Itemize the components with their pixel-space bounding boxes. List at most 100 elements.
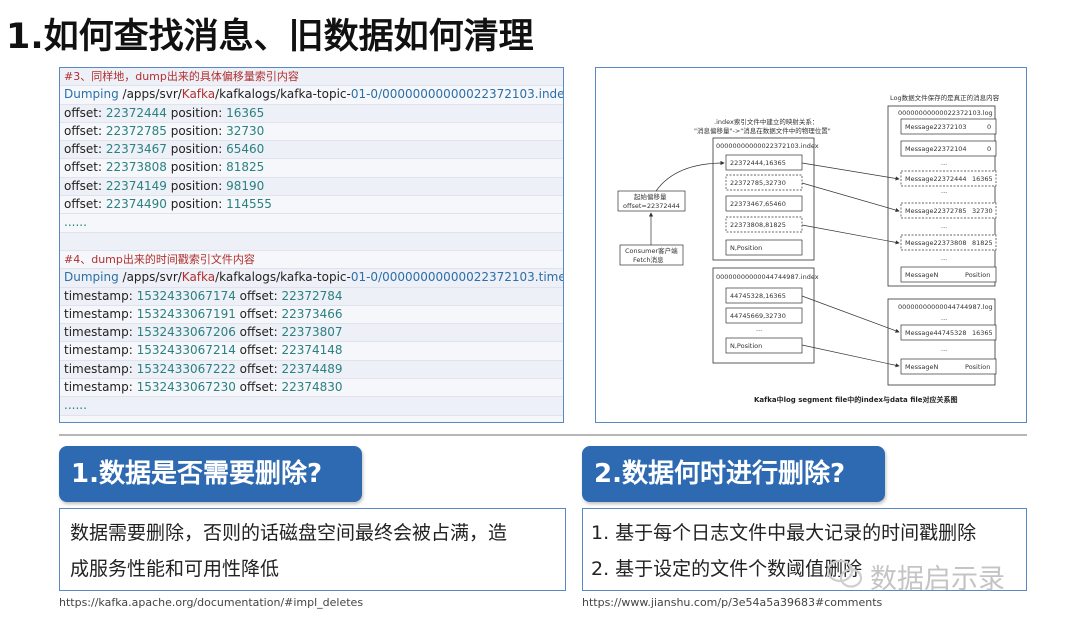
- index1-entry: N,Position: [730, 244, 762, 252]
- index1-title: 00000000000022372103.index: [716, 142, 819, 150]
- svg-text:...: ...: [941, 254, 947, 262]
- path-part: 01-0/00000000000022372103.index: [350, 87, 563, 102]
- svg-text:...: ...: [941, 187, 947, 195]
- position-value: 81825: [226, 160, 265, 175]
- offset-value: 22372444: [105, 105, 167, 120]
- timestamp-value: 1532433067174: [136, 288, 236, 303]
- offset-index-row: offset: 22373467 position: 65460: [60, 141, 563, 160]
- svg-text:...: ...: [941, 159, 947, 167]
- time-index-row: timestamp: 1532433067191 offset: 2237346…: [60, 305, 563, 325]
- dump-content-panel: #3、同样地，dump出来的具体偏移量索引内容 Dumping /apps/sv…: [59, 67, 564, 423]
- path-part: /kafkalogs/kafka-topic-: [215, 270, 351, 285]
- offset-index-row: offset: 22372444 position: 16365: [60, 105, 563, 123]
- offset-index-row: offset: 22373808 position: 81825: [60, 159, 563, 178]
- dump-ellipsis: ......: [60, 397, 563, 416]
- offset-value: 22373467: [105, 142, 167, 157]
- time-index-row: timestamp: 1532433067174 offset: 2237278…: [60, 288, 563, 306]
- svg-text:0: 0: [987, 145, 991, 153]
- comment-text: #3、同样地，dump出来的具体偏移量索引内容: [64, 70, 299, 83]
- offset-value: 22374149: [105, 178, 167, 193]
- log1-title: 00000000000022372103.log: [898, 109, 993, 117]
- dump-command-timeindex: Dumping /apps/svr/Kafka/kafkalogs/kafka-…: [60, 269, 563, 288]
- diagram-svg: Log数据文件保存的是真正的消息内容 .index索引文件中建立的映射关系： "…: [617, 93, 1000, 404]
- time-index-row: timestamp: 1532433067222 offset: 2237448…: [60, 361, 563, 380]
- path-part: /apps/svr/: [118, 87, 182, 102]
- offset-value: 22374830: [281, 380, 343, 395]
- offset-value: 22374148: [281, 343, 343, 358]
- index1-entry: 22373808,81825: [730, 221, 786, 229]
- svg-text:44745328,16365: 44745328,16365: [730, 292, 786, 300]
- path-part: Kafka: [181, 270, 216, 285]
- time-index-row: timestamp: 1532433067206 offset: 2237380…: [60, 324, 563, 343]
- svg-text:16365: 16365: [972, 175, 993, 183]
- dump-ellipsis: ......: [60, 214, 563, 233]
- index1-entry: 22373467,65460: [730, 200, 786, 208]
- cmd-prefix: Dumping: [64, 87, 119, 102]
- consumer-label: Consumer客户端: [625, 246, 678, 255]
- position-value: 16365: [226, 105, 265, 120]
- timestamp-value: 1532433067214: [136, 343, 236, 358]
- svg-text:81825: 81825: [972, 239, 993, 247]
- offset-index-row: offset: 22372785 position: 32730: [60, 122, 563, 142]
- watermark-text: 数据启示录: [870, 564, 1005, 595]
- position-value: 114555: [226, 197, 272, 212]
- offset-value: 22372784: [281, 288, 343, 303]
- offset-index-row: offset: 22374149 position: 98190: [60, 178, 563, 197]
- consumer-label-2: Fetch消息: [633, 255, 664, 264]
- index2-title: 00000000000044744987.index: [716, 273, 819, 281]
- svg-text:Position: Position: [965, 271, 990, 279]
- source-link-2[interactable]: https://www.jianshu.com/p/3e54a5a39683#c…: [582, 596, 882, 609]
- svg-text:Message22372785: Message22372785: [905, 207, 967, 215]
- svg-text:Message44745328: Message44745328: [905, 329, 967, 337]
- timestamp-value: 1532433067191: [136, 306, 236, 321]
- position-value: 65460: [226, 142, 265, 157]
- svg-text:Message22372444: Message22372444: [905, 175, 967, 183]
- offset-value: 22374490: [105, 197, 167, 212]
- offset-value: 22373807: [281, 325, 343, 340]
- answer-2-item: 1. 基于每个日志文件中最大记录的时间戳删除: [591, 522, 977, 544]
- timestamp-value: 1532433067206: [136, 325, 236, 340]
- svg-text:N,Position: N,Position: [730, 342, 762, 350]
- svg-text:16365: 16365: [972, 329, 993, 337]
- svg-text:...: ...: [941, 314, 947, 322]
- offset-value: 22373808: [105, 160, 167, 175]
- section-divider: [59, 434, 1027, 436]
- index-note-2: "消息偏移量"->"消息在数据文件中的物理位置": [694, 126, 831, 135]
- path-part: 01-0/00000000000022372103.timeindex: [350, 270, 563, 285]
- svg-text:Message22372103: Message22372103: [905, 123, 967, 131]
- svg-text:Message22373808: Message22373808: [905, 239, 967, 247]
- timestamp-value: 1532433067230: [136, 380, 236, 395]
- offset-index-row: offset: 22374490 position: 114555: [60, 196, 563, 215]
- time-index-row: timestamp: 1532433067214 offset: 2237414…: [60, 342, 563, 361]
- index-note-1: .index索引文件中建立的映射关系：: [714, 117, 818, 126]
- path-part: Kafka: [181, 87, 216, 102]
- wechat-logo-icon: [826, 559, 863, 588]
- svg-text:MessageN: MessageN: [905, 271, 938, 279]
- offset-value: 22372785: [105, 123, 167, 138]
- question-2-heading: 2.数据何时进行删除?: [582, 446, 885, 502]
- dump-ellipsis: ......: [60, 415, 563, 422]
- dump-comment-time: #4、dump出来的时间戳索引文件内容: [60, 250, 563, 270]
- position-value: 32730: [226, 123, 265, 138]
- source-link-1[interactable]: https://kafka.apache.org/documentation/#…: [59, 596, 363, 609]
- index-log-diagram: Log数据文件保存的是真正的消息内容 .index索引文件中建立的映射关系： "…: [595, 67, 1027, 423]
- dump-command-index: Dumping /apps/svr/Kafka/kafkalogs/kafka-…: [60, 86, 563, 105]
- answer-1-line: 成服务性能和可用性降低: [70, 558, 280, 580]
- svg-text:32730: 32730: [972, 207, 993, 215]
- path-part: /apps/svr/: [118, 270, 182, 285]
- log-header: Log数据文件保存的是真正的消息内容: [890, 93, 1000, 102]
- svg-text:Position: Position: [965, 363, 990, 371]
- svg-text:0: 0: [987, 123, 991, 131]
- question-1-heading: 1.数据是否需要删除?: [59, 446, 362, 502]
- log2-title: 00000000000044744987.log: [898, 303, 993, 311]
- svg-text:...: ...: [941, 222, 947, 230]
- start-offset-label: 起始偏移量: [634, 192, 667, 201]
- start-offset-value: offset=22372444: [623, 202, 680, 210]
- page-title: 1.如何查找消息、旧数据如何清理: [6, 17, 534, 57]
- index1-entry: 22372444,16365: [730, 159, 786, 167]
- index1-entry: 22372785,32730: [730, 179, 786, 187]
- position-value: 98190: [226, 178, 265, 193]
- offset-value: 22373466: [281, 306, 343, 321]
- cmd-prefix: Dumping: [64, 270, 119, 285]
- svg-text:44745669,32730: 44745669,32730: [730, 312, 786, 320]
